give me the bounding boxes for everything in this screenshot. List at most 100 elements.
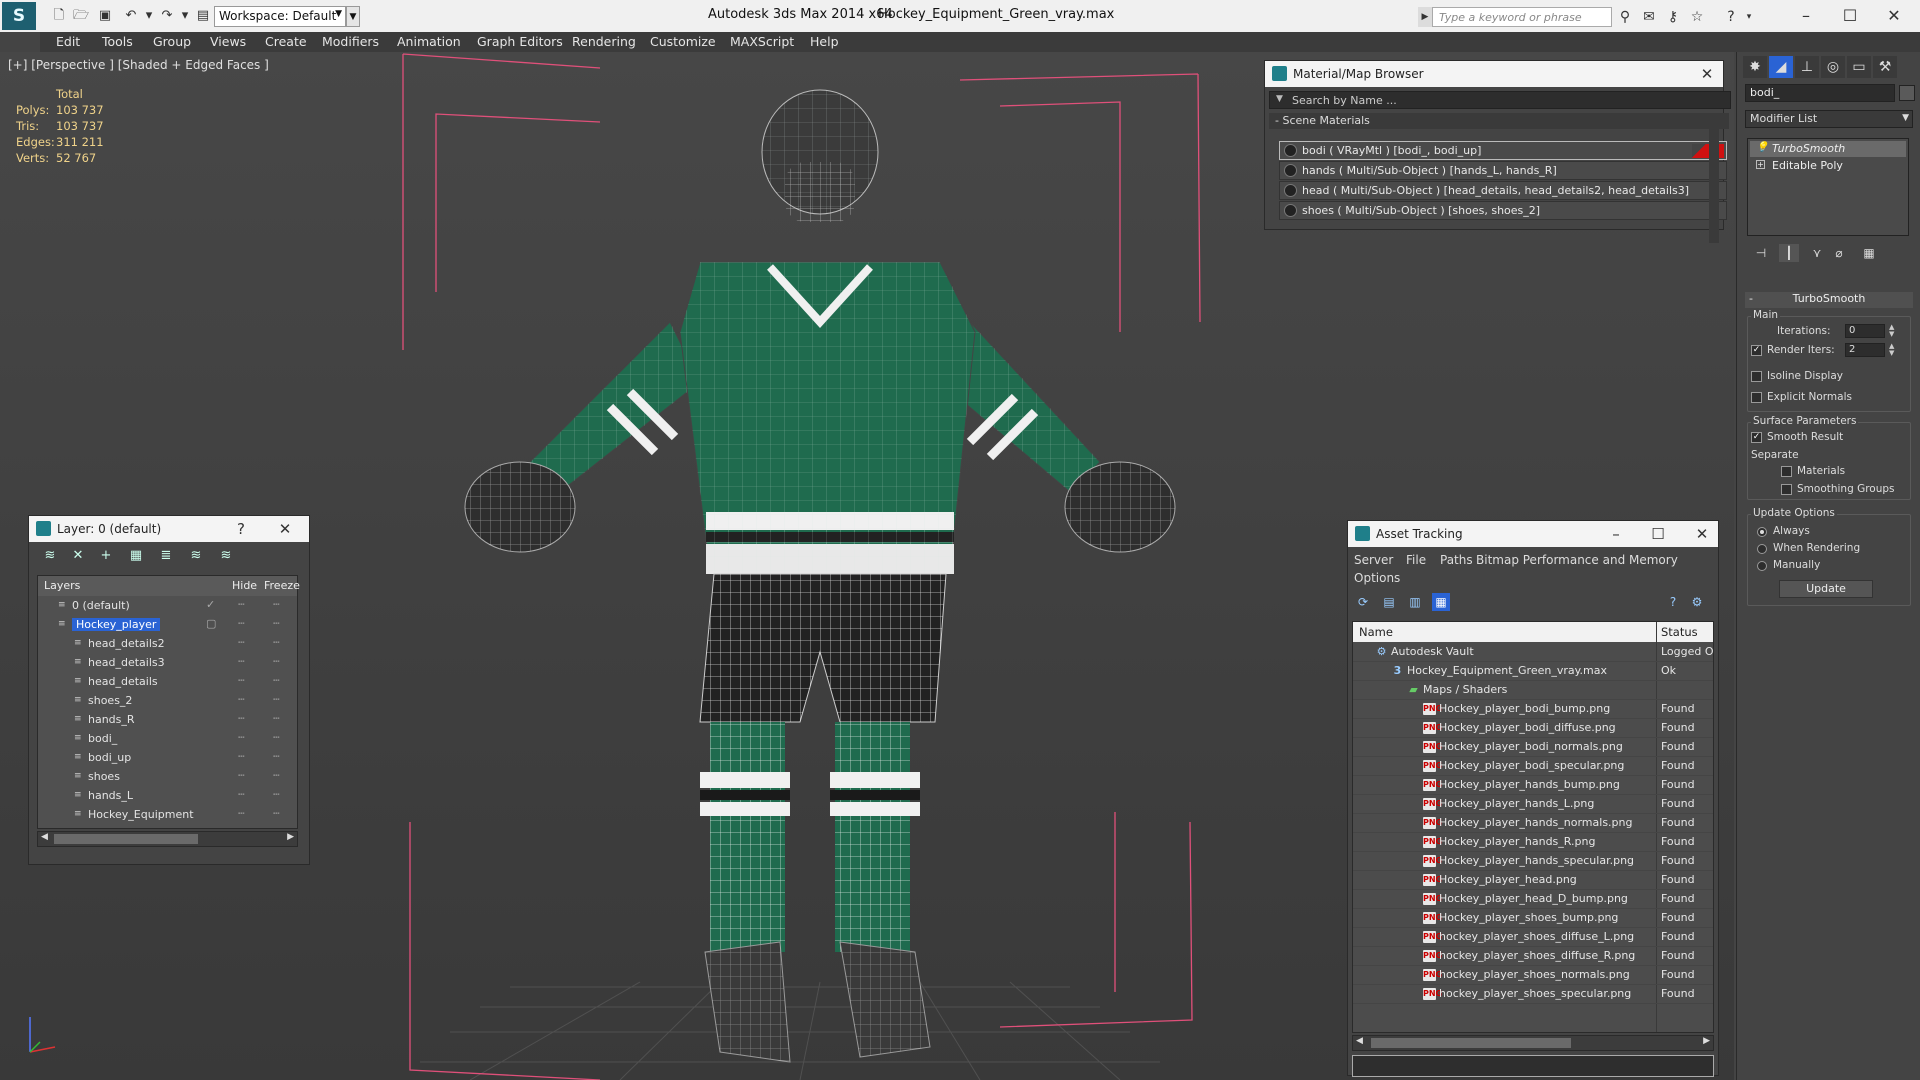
freeze-toggle[interactable]: ┄ — [273, 636, 280, 649]
maximize-button[interactable]: ☐ — [1646, 524, 1670, 544]
menu-customize[interactable]: Customize — [650, 34, 716, 49]
pin-stack-icon[interactable]: ⊣ — [1751, 244, 1771, 262]
separate-smoothing-groups-checkbox[interactable] — [1781, 484, 1792, 495]
material-item-head[interactable]: head ( Multi/Sub-Object ) [head_details,… — [1279, 181, 1727, 200]
menu-modifiers[interactable]: Modifiers — [322, 34, 379, 49]
lightbulb-icon[interactable]: 💡 — [1756, 142, 1768, 153]
turbosmooth-rollout-header[interactable]: - TurboSmooth — [1745, 292, 1913, 308]
hide-toggle[interactable]: ┄ — [238, 693, 245, 706]
update-always-radio[interactable] — [1757, 527, 1767, 537]
material-item-bodi[interactable]: bodi ( VRayMtl ) [bodi_, bodi_up] — [1279, 141, 1727, 160]
chevron-left-icon[interactable]: ◀ — [1356, 1036, 1363, 1046]
asset-menu-bitmap-performance[interactable]: Bitmap Performance and Memory — [1476, 553, 1678, 567]
layer-manager-icon[interactable]: ≋ — [41, 547, 59, 565]
render-iters-checkbox[interactable]: ✓ — [1751, 345, 1762, 356]
column-status[interactable]: Status — [1661, 625, 1698, 639]
freeze-toggle[interactable]: ┄ — [273, 788, 280, 801]
display-tab-icon[interactable]: ▭ — [1847, 56, 1871, 78]
column-layers[interactable]: Layers — [44, 579, 80, 592]
menu-edit[interactable]: Edit — [56, 34, 80, 49]
new-file-icon[interactable]: 🗋 — [50, 7, 68, 25]
remove-modifier-icon[interactable]: ⌀ — [1829, 244, 1849, 262]
communication-center-icon[interactable]: ✉ — [1640, 8, 1658, 26]
update-manually-radio[interactable] — [1757, 561, 1767, 571]
help-dropdown-icon[interactable]: ▾ — [1740, 8, 1758, 26]
layer-row[interactable]: ≡ head_details3 ┄ ┄ — [38, 654, 297, 673]
object-name-field[interactable]: bodi_ — [1745, 84, 1895, 102]
update-button[interactable]: Update — [1779, 580, 1873, 598]
hide-toggle[interactable]: ┄ — [238, 750, 245, 763]
layer-panel-titlebar[interactable]: Layer: 0 (default) — [29, 516, 309, 542]
menu-create[interactable]: Create — [265, 34, 307, 49]
asset-horizontal-scrollbar[interactable]: ◀ ▶ — [1352, 1035, 1714, 1051]
hide-toggle[interactable]: ┄ — [238, 712, 245, 725]
asset-row[interactable]: PNG Hockey_player_head.png Found — [1353, 871, 1713, 890]
asset-row[interactable]: PNG hockey_player_shoes_specular.png Found — [1353, 985, 1713, 1004]
hide-toggle[interactable]: ┄ — [238, 731, 245, 744]
freeze-toggle[interactable]: ┄ — [273, 750, 280, 763]
menu-tools[interactable]: Tools — [102, 34, 133, 49]
smooth-result-checkbox[interactable]: ✓ — [1751, 432, 1762, 443]
close-icon[interactable]: ✕ — [1690, 524, 1714, 544]
keyword-search-input[interactable]: Type a keyword or phrase — [1432, 7, 1612, 27]
expand-icon[interactable]: + — [1756, 160, 1765, 169]
hide-toggle[interactable]: ┄ — [238, 674, 245, 687]
modify-tab-icon[interactable]: ◢ — [1769, 56, 1793, 78]
asset-row[interactable]: PNG Hockey_player_bodi_normals.png Found — [1353, 738, 1713, 757]
hide-toggle[interactable]: ┄ — [238, 617, 245, 630]
hierarchy-tab-icon[interactable]: ⊥ — [1795, 56, 1819, 78]
menu-group[interactable]: Group — [153, 34, 191, 49]
workspace-dropdown[interactable]: Workspace: Default ▼ — [214, 6, 346, 27]
layer-row[interactable]: ≡ 0 (default) ✓ ┄ ┄ — [38, 597, 297, 616]
table-view-icon[interactable]: ▥ — [1406, 593, 1424, 611]
scene-materials-header[interactable]: - Scene Materials — [1269, 113, 1729, 129]
layer-row[interactable]: ≡ bodi_ ┄ ┄ — [38, 730, 297, 749]
asset-menu-paths[interactable]: Paths — [1440, 553, 1473, 567]
freeze-toggle[interactable]: ┄ — [273, 655, 280, 668]
stack-item-turbosmooth[interactable]: 💡 TurboSmooth — [1750, 141, 1906, 157]
grid-view-icon[interactable]: ▦ — [1432, 593, 1450, 611]
search-expand-icon[interactable]: ▶ — [1418, 7, 1432, 27]
motion-tab-icon[interactable]: ◎ — [1821, 56, 1845, 78]
layer-row[interactable]: ≡ hands_R ┄ ┄ — [38, 711, 297, 730]
close-icon[interactable]: ✕ — [1695, 64, 1719, 84]
freeze-toggle[interactable]: ┄ — [273, 617, 280, 630]
delete-layer-icon[interactable]: ✕ — [69, 547, 87, 565]
material-browser-titlebar[interactable]: Material/Map Browser — [1265, 61, 1723, 87]
explicit-normals-checkbox[interactable] — [1751, 392, 1762, 403]
redo-dropdown-icon[interactable]: ▾ — [176, 7, 194, 25]
hide-toggle[interactable]: ┄ — [238, 807, 245, 820]
close-icon[interactable]: ✕ — [273, 519, 297, 539]
settings-icon[interactable]: ⚙ — [1688, 593, 1706, 611]
create-tab-icon[interactable]: ✸ — [1743, 56, 1767, 78]
minimize-button[interactable]: – — [1604, 524, 1628, 544]
iterations-spinner[interactable]: 0 — [1845, 324, 1885, 338]
refresh-icon[interactable]: ⟳ — [1354, 593, 1372, 611]
key-icon[interactable]: ⚷ — [1664, 8, 1682, 26]
highlight-layer-icon[interactable]: ≋ — [187, 547, 205, 565]
viewport-label[interactable]: [+] [Perspective ] [Shaded + Edged Faces… — [8, 58, 269, 72]
save-icon[interactable]: ▣ — [96, 7, 114, 25]
asset-row[interactable]: PNG Hockey_player_hands_R.png Found — [1353, 833, 1713, 852]
redo-icon[interactable]: ↷ — [158, 7, 176, 25]
asset-path-field[interactable] — [1352, 1055, 1714, 1077]
maximize-button[interactable]: ☐ — [1828, 3, 1872, 29]
menu-views[interactable]: Views — [210, 34, 246, 49]
column-hide[interactable]: Hide — [232, 579, 257, 592]
asset-menu-options[interactable]: Options — [1354, 571, 1400, 585]
asset-row[interactable]: PNG hockey_player_shoes_diffuse_L.png Foun… — [1353, 928, 1713, 947]
open-file-icon[interactable]: 🗁 — [72, 7, 90, 25]
layer-row[interactable]: ≡ shoes_2 ┄ ┄ — [38, 692, 297, 711]
asset-row[interactable]: ⚙ Autodesk Vault Logged Ou — [1353, 643, 1713, 662]
layer-row[interactable]: ≡ bodi_up ┄ ┄ — [38, 749, 297, 768]
select-layer-objects-icon[interactable]: ≣ — [157, 547, 175, 565]
configure-sets-icon[interactable]: ▦ — [1859, 244, 1879, 262]
layer-row[interactable]: ≡ Hockey_Equipment ┄ ┄ — [38, 806, 297, 825]
freeze-toggle[interactable]: ┄ — [273, 731, 280, 744]
add-to-layer-icon[interactable]: ▦ — [127, 547, 145, 565]
layer-row[interactable]: ≡ shoes ┄ ┄ — [38, 768, 297, 787]
spinner-arrows-icon[interactable]: ▲ ▼ — [1889, 324, 1894, 338]
help-icon[interactable]: ? — [1722, 8, 1740, 26]
hide-toggle[interactable]: ┄ — [238, 598, 245, 611]
binoculars-icon[interactable]: ⚲ — [1616, 8, 1634, 26]
